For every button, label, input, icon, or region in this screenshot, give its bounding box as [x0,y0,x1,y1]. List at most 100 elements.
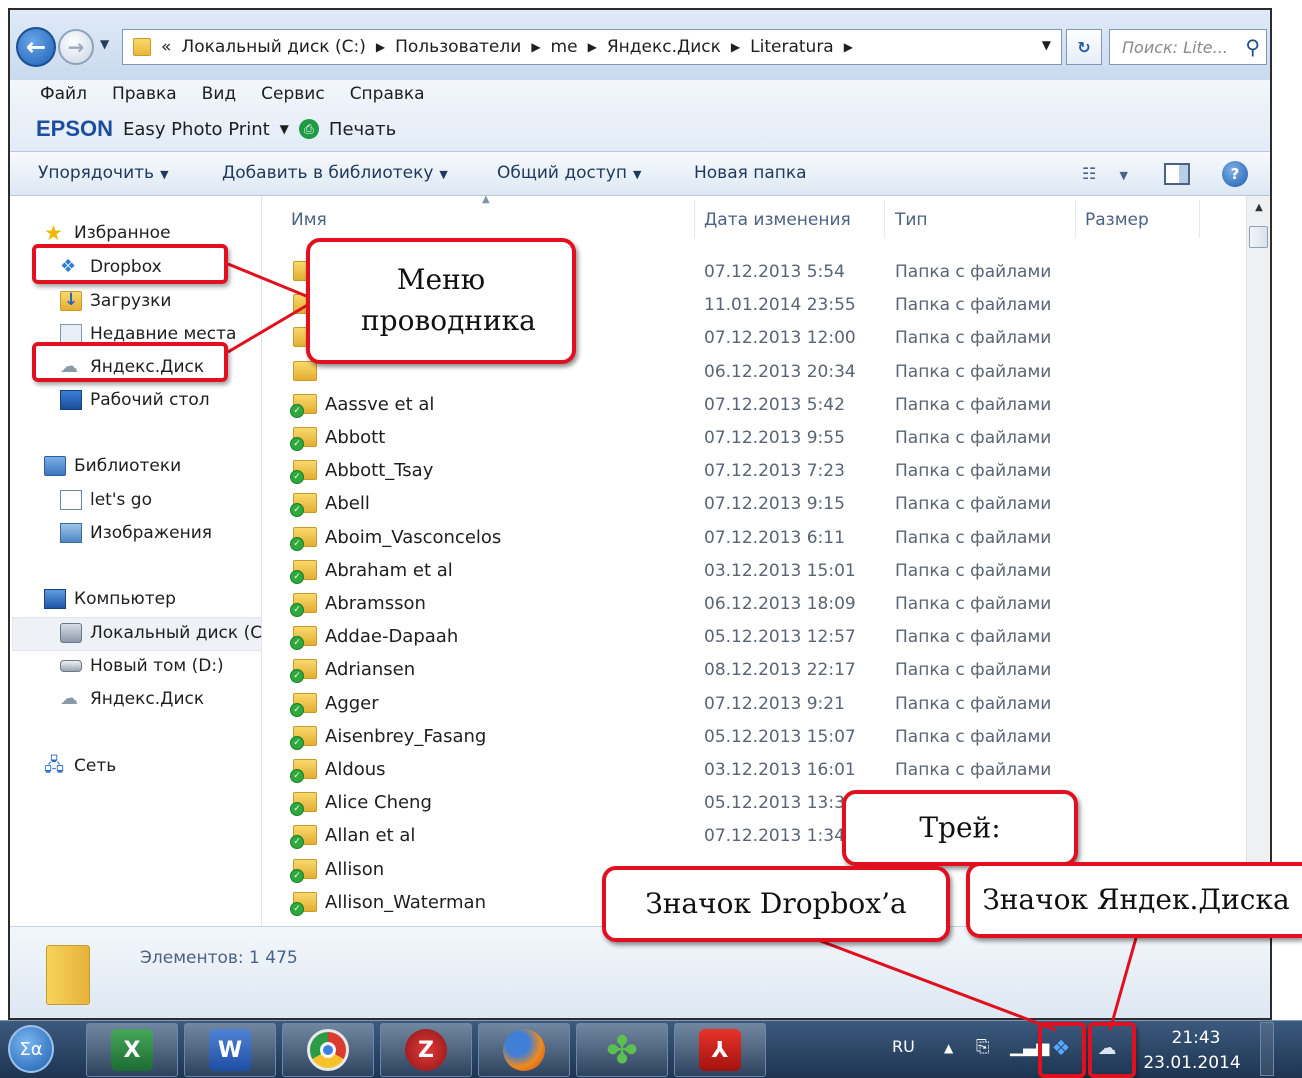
back-button[interactable]: ← [16,27,56,67]
preview-pane-icon[interactable] [1164,163,1190,185]
taskbar-clover[interactable]: ✤ [576,1023,668,1077]
path-overflow[interactable]: « [161,37,171,57]
taskbar-chrome[interactable] [282,1023,374,1077]
table-row[interactable]: ✓ Aboim_Vasconcelos 07.12.2013 6:11 Папка с… [263,522,1246,555]
search-input[interactable]: Поиск: Lite... ⚲ [1109,29,1267,65]
scroll-up-arrow-icon[interactable]: ▲ [1247,196,1270,222]
taskbar-acrobat[interactable]: ⅄ [674,1023,766,1077]
nav-libraries[interactable]: Библиотеки [44,456,181,476]
column-name[interactable]: Имя [291,210,327,230]
path-segment[interactable]: Локальный диск (C:) [181,37,365,57]
file-type: Папка с файлами [895,527,1052,548]
show-hidden-icons-icon[interactable]: ▲ [944,1041,953,1055]
easy-photo-print-button[interactable]: Easy Photo Print [123,119,270,140]
chevron-right-icon[interactable]: ▶ [588,40,597,54]
table-row[interactable]: ✓ Aldous 03.12.2013 16:01 Папка с файлами [263,754,1246,787]
table-row[interactable]: ✓ Abell 07.12.2013 9:15 Папка с файлами [263,488,1246,521]
column-divider[interactable] [1199,200,1200,238]
chevron-right-icon[interactable]: ▶ [376,40,385,54]
column-divider[interactable] [884,200,885,238]
sync-check-icon: ✓ [290,603,304,617]
print-icon[interactable]: ⎙ [298,119,319,139]
taskbar-firefox[interactable] [478,1023,570,1077]
print-button[interactable]: Печать [329,119,396,140]
nav-network[interactable]: 🖧 Сеть [44,756,116,777]
menu-help[interactable]: Справка [350,84,425,104]
path-segment[interactable]: me [551,37,578,57]
table-row[interactable]: ✓ Agger 07.12.2013 9:21 Папка с файлами [263,688,1246,721]
chevron-right-icon[interactable]: ▶ [531,40,540,54]
column-date[interactable]: Дата изменения [704,210,851,230]
table-row[interactable]: ✓ Abbott_Tsay 07.12.2013 7:23 Папка с файла… [263,455,1246,488]
table-row[interactable]: ✓ Aisenbrey_Fasang 05.12.2013 15:07 Папка с… [263,721,1246,754]
nav-yandex-disk-drive[interactable]: ☁ Яндекс.Диск [60,689,205,710]
column-type[interactable]: Тип [895,210,928,230]
table-row[interactable]: ✓ Allan et al 07.12.2013 1:34 [263,820,1246,853]
path-segment[interactable]: Literatura [750,37,834,57]
nav-lib-images[interactable]: Изображения [60,523,212,543]
nav-local-disk[interactable]: Локальный диск (C [60,623,262,643]
view-options-icon[interactable]: ☷ ▼ [1082,164,1128,183]
table-row[interactable]: ✓ Aassve et al 07.12.2013 5:42 Папка с файл… [263,389,1246,422]
table-row[interactable]: ✓ Abbott 07.12.2013 9:55 Папка с файлами [263,422,1246,455]
table-row[interactable]: ✓ Adriansen 08.12.2013 22:17 Папка с файлам… [263,654,1246,687]
table-row[interactable]: ✓ Abramsson 06.12.2013 18:09 Папка с файлам… [263,588,1246,621]
nav-lib-lets-go[interactable]: let's go [60,490,152,510]
acrobat-icon: ⅄ [699,1029,741,1071]
scroll-thumb[interactable] [1249,226,1268,248]
share-button[interactable]: Общий доступ ▼ [497,163,641,183]
zotero-icon: Z [405,1029,447,1071]
nav-desktop[interactable]: Рабочий стол [60,390,210,410]
taskbar-word[interactable]: W [184,1023,276,1077]
table-row[interactable]: ✓ Addae-Dapaah 05.12.2013 12:57 Папка с фай… [263,621,1246,654]
help-icon[interactable]: ? [1222,161,1248,187]
organize-button[interactable]: Упорядочить ▼ [38,163,169,183]
nav-label: Яндекс.Диск [90,689,205,709]
column-divider[interactable] [1075,200,1076,238]
chevron-right-icon[interactable]: ▶ [731,40,740,54]
history-dropdown-icon[interactable]: ▼ [100,37,109,51]
address-path[interactable]: « Локальный диск (C:) ▶ Пользователи ▶ m… [122,29,1062,65]
clock-date[interactable]: 23.01.2014 [1142,1053,1242,1073]
file-name: Addae-Dapaah [325,626,459,648]
table-row[interactable]: ✓ Abraham et al 03.12.2013 15:01 Папка с фа… [263,555,1246,588]
add-library-label: Добавить в библиотеку [222,163,434,183]
clock-time[interactable]: 21:43 [1164,1028,1228,1048]
device-icon[interactable]: ⎘ [976,1037,990,1057]
chevron-down-icon[interactable]: ▼ [280,122,289,136]
table-row[interactable]: ✓ Alice Cheng 05.12.2013 13:36 [263,787,1246,820]
language-indicator[interactable]: RU [892,1037,915,1056]
nav-recent-places[interactable]: Недавние места [60,324,236,344]
add-to-library-button[interactable]: Добавить в библиотеку ▼ [222,163,448,183]
path-segment[interactable]: Пользователи [395,37,521,57]
menu-file[interactable]: Файл [40,84,87,104]
tray-callout: Трей: [842,790,1078,866]
refresh-button[interactable]: ↻ [1066,29,1102,65]
show-desktop-button[interactable] [1260,1022,1274,1076]
nav-label: Недавние места [90,324,237,344]
menu-tools[interactable]: Сервис [261,84,325,104]
search-icon[interactable]: ⚲ [1245,35,1260,59]
chevron-right-icon[interactable]: ▶ [844,40,853,54]
nav-label: Компьютер [74,589,176,609]
column-size[interactable]: Размер [1085,210,1149,230]
menu-edit[interactable]: Правка [112,84,177,104]
vertical-scrollbar[interactable]: ▲ [1246,196,1270,926]
column-divider[interactable] [694,200,695,238]
firefox-icon [503,1029,545,1071]
taskbar-zotero[interactable]: Z [380,1023,472,1077]
folder-icon: ✓ [290,725,317,750]
path-segment[interactable]: Яндекс.Диск [607,37,721,57]
start-button[interactable]: Σα [8,1025,54,1073]
chevron-down-icon[interactable]: ▼ [1042,38,1051,52]
taskbar-excel[interactable]: X [86,1023,178,1077]
file-type: Папка с файлами [895,660,1052,681]
forward-button[interactable]: → [58,29,94,65]
forward-arrow-icon: → [67,35,85,59]
nav-computer[interactable]: Компьютер [44,589,176,609]
menu-view[interactable]: Вид [202,84,236,104]
new-folder-button[interactable]: Новая папка [694,163,807,183]
nav-new-volume[interactable]: Новый том (D:) [60,656,224,676]
nav-favorites[interactable]: ★ Избранное [44,223,171,244]
nav-downloads[interactable]: Загрузки [60,290,171,311]
